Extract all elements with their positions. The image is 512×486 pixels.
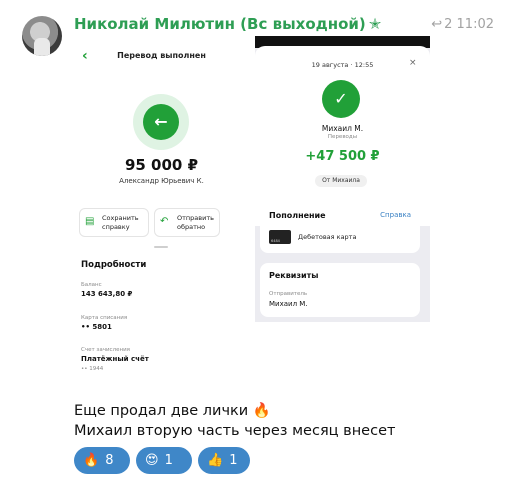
message-meta: ↩ 2 11:02 bbox=[431, 17, 494, 32]
reaction-count: 1 bbox=[164, 453, 173, 468]
message-line-1: Еще продал две лички 🔥 bbox=[74, 403, 271, 419]
forward-icon[interactable]: ↩ bbox=[431, 17, 442, 32]
receipt-link: Справка bbox=[380, 211, 411, 219]
reaction-count: 8 bbox=[105, 453, 114, 468]
save-receipt-button: ▤ Сохранить справку bbox=[79, 208, 149, 237]
transfer-arrow-badge: ← bbox=[143, 104, 179, 140]
forward-count: 2 bbox=[444, 17, 453, 32]
balance-label: Баланс bbox=[81, 282, 102, 288]
topup-heading: Пополнение bbox=[269, 211, 326, 220]
sheet-handle bbox=[154, 246, 168, 248]
screenshot-transfer-received[interactable]: 19 августа · 12:55 × ✓ Михаил М. Перевод… bbox=[255, 36, 430, 322]
transfer-category: Переводы bbox=[327, 134, 358, 140]
message-line-2: Михаил вторую часть через месяц внесет bbox=[74, 423, 396, 439]
save-receipt-label: Сохранить справку bbox=[102, 214, 139, 231]
reaction-thumbs-up[interactable]: 👍 1 bbox=[198, 447, 250, 474]
thumbs-up-emoji-icon: 👍 bbox=[207, 453, 224, 468]
bank-card-icon: 6484 bbox=[269, 230, 291, 244]
sender-person-name: Михаил М. bbox=[321, 124, 364, 133]
requisites-heading: Реквизиты bbox=[269, 271, 319, 280]
message-text: Еще продал две лички 🔥 Михаил вторую час… bbox=[74, 401, 395, 441]
transfer-amount: 95 000 ₽ bbox=[124, 156, 199, 174]
received-amount: +47 500 ₽ bbox=[305, 149, 380, 164]
requisites-sender-value: Михаил М. bbox=[269, 300, 308, 308]
message-time: 11:02 bbox=[456, 17, 494, 32]
receipt-date: 19 августа · 12:55 bbox=[311, 61, 374, 69]
send-back-button: ↶ Отправить обратно bbox=[154, 208, 220, 237]
from-pill: От Михаила bbox=[315, 175, 367, 187]
return-icon: ↶ bbox=[160, 216, 169, 227]
reaction-heart-eyes[interactable]: 😍 1 bbox=[136, 447, 192, 474]
heart-eyes-emoji-icon: 😍 bbox=[145, 453, 159, 468]
status-halo: ← bbox=[133, 94, 189, 150]
fire-emoji-icon: 🔥 bbox=[83, 453, 100, 468]
sender-avatar[interactable] bbox=[22, 16, 62, 56]
card-label: Карта списания bbox=[81, 315, 128, 321]
card-value: •• 5801 bbox=[81, 323, 112, 331]
card-digits: 6484 bbox=[271, 239, 280, 243]
reaction-count: 1 bbox=[229, 453, 238, 468]
topup-card: Пополнение Справка 6484 Дебетовая карта bbox=[260, 203, 420, 253]
transfer-title: Перевод выполнен bbox=[117, 51, 206, 60]
close-icon: × bbox=[409, 58, 417, 68]
transfer-recipient: Александр Юрьевич К. bbox=[119, 177, 204, 185]
transfer-summary-card: ‹ Перевод выполнен ← 95 000 ₽ Александр … bbox=[74, 36, 249, 244]
send-back-label: Отправить обратно bbox=[177, 214, 214, 231]
account-value: Платёжный счёт bbox=[81, 355, 149, 363]
checkmark-icon: ✓ bbox=[334, 89, 348, 108]
requisites-sender-label: Отправитель bbox=[269, 291, 308, 297]
arrow-left-icon: ← bbox=[154, 112, 168, 131]
requisites-card: Реквизиты Отправитель Михаил М. bbox=[260, 263, 420, 317]
card-type: Дебетовая карта bbox=[298, 233, 357, 241]
success-badge: ✓ bbox=[322, 80, 360, 118]
sender-name[interactable]: Николай Милютин (Вс выходной) ✭ bbox=[74, 15, 381, 33]
account-label: Счет зачисления bbox=[81, 347, 130, 353]
reaction-fire[interactable]: 🔥 8 bbox=[74, 447, 130, 474]
star-emoji-icon: ✭ bbox=[368, 15, 382, 33]
account-sub: •• 1944 bbox=[81, 366, 104, 372]
document-icon: ▤ bbox=[85, 216, 95, 227]
screenshot-transfer-sent[interactable]: ‹ Перевод выполнен ← 95 000 ₽ Александр … bbox=[74, 36, 249, 392]
balance-value: 143 643,80 ₽ bbox=[81, 290, 133, 298]
details-section: Подробности Баланс 143 643,80 ₽ Карта сп… bbox=[74, 244, 249, 392]
details-heading: Подробности bbox=[81, 260, 147, 270]
